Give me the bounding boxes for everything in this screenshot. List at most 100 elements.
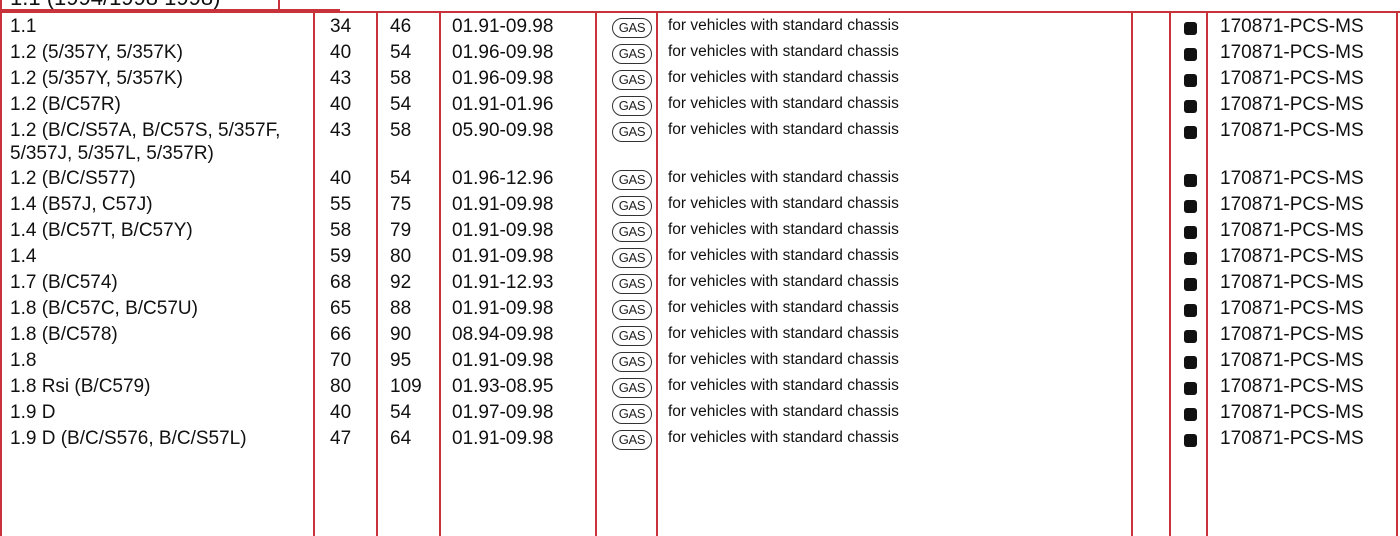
model-cell: 1.9 D (10, 402, 56, 423)
fuel-badge: GAS (612, 196, 652, 216)
table-row: 1.9 D 40 54 01.97-09.98 GAS for vehicles with… (0, 399, 1400, 427)
part-number-cell: 170871-PCS-MS (1220, 350, 1364, 371)
production-years-cell: 01.96-12.96 (452, 168, 554, 189)
availability-bullet-icon (1184, 200, 1197, 213)
kw-cell: 40 (330, 168, 352, 189)
kw-cell: 40 (330, 42, 352, 63)
fuel-badge: GAS (612, 170, 652, 190)
table-row: 1.4 59 80 01.91-09.98 GAS for vehicles with s… (0, 243, 1400, 271)
availability-bullet-icon (1184, 434, 1197, 447)
section-header-border (278, 0, 280, 9)
part-number-cell: 170871-PCS-MS (1220, 246, 1364, 267)
model-cell: 1.7 (B/C574) (10, 272, 118, 293)
fuel-badge: GAS (612, 122, 652, 142)
hp-cell: 80 (390, 246, 412, 267)
kw-cell: 58 (330, 220, 352, 241)
kw-cell: 59 (330, 246, 352, 267)
kw-cell: 66 (330, 324, 352, 345)
fuel-badge: GAS (612, 44, 652, 64)
fitment-note-cell: for vehicles with standard chassis (668, 69, 899, 86)
availability-bullet-icon (1184, 100, 1197, 113)
production-years-cell: 01.91-09.98 (452, 350, 554, 371)
table-row: 1.4 (B57J, C57J) 55 75 01.91-09.98 GAS for ve… (0, 191, 1400, 219)
kw-cell: 40 (330, 402, 352, 423)
model-cell: 1.2 (B/C/S57A, B/C57S, 5/357F, 5/357J, 5… (10, 120, 281, 164)
production-years-cell: 01.91-09.98 (452, 246, 554, 267)
fitment-note-cell: for vehicles with standard chassis (668, 17, 899, 34)
fitment-note-cell: for vehicles with standard chassis (668, 403, 899, 420)
fitment-note-cell: for vehicles with standard chassis (668, 325, 899, 342)
table-row: 1.1 34 46 01.91-09.98 GAS for vehicles with s… (0, 13, 1400, 41)
part-number-cell: 170871-PCS-MS (1220, 194, 1364, 215)
hp-cell: 58 (390, 120, 412, 141)
fuel-badge: GAS (612, 222, 652, 242)
availability-bullet-icon (1184, 356, 1197, 369)
table-row: 1.8 Rsi (B/C579) 80 109 01.93-08.95 GAS for v… (0, 373, 1400, 401)
fitment-note-cell: for vehicles with standard chassis (668, 95, 899, 112)
hp-cell: 64 (390, 428, 412, 449)
table-row: 1.4 (B/C57T, B/C57Y) 58 79 01.91-09.98 GAS fo… (0, 217, 1400, 245)
availability-bullet-icon (1184, 304, 1197, 317)
part-number-cell: 170871-PCS-MS (1220, 68, 1364, 89)
hp-cell: 54 (390, 402, 412, 423)
model-cell: 1.2 (5/357Y, 5/357K) (10, 42, 183, 63)
fitment-note-cell: for vehicles with standard chassis (668, 299, 899, 316)
fuel-badge: GAS (612, 96, 652, 116)
section-header-fragment: 1.1 (1994/1998 1998) (0, 0, 340, 11)
section-header-text: 1.1 (1994/1998 1998) (10, 0, 220, 9)
table-row: 1.8 (B/C578) 66 90 08.94-09.98 GAS for vehicl… (0, 321, 1400, 349)
model-cell: 1.2 (B/C57R) (10, 94, 121, 115)
fuel-badge: GAS (612, 274, 652, 294)
part-number-cell: 170871-PCS-MS (1220, 402, 1364, 423)
fitment-table-page: 1.1 (1994/1998 1998) 1.1 34 46 01.91-09.98 G… (0, 0, 1400, 536)
table-row: 1.7 (B/C574) 68 92 01.91-12.93 GAS for vehicl… (0, 269, 1400, 297)
fitment-table: 1.1 34 46 01.91-09.98 GAS for vehicles with s… (0, 11, 1400, 536)
hp-cell: 54 (390, 168, 412, 189)
part-number-cell: 170871-PCS-MS (1220, 376, 1364, 397)
kw-cell: 65 (330, 298, 352, 319)
fitment-note-cell: for vehicles with standard chassis (668, 43, 899, 60)
part-number-cell: 170871-PCS-MS (1220, 168, 1364, 189)
production-years-cell: 01.93-08.95 (452, 376, 554, 397)
hp-cell: 58 (390, 68, 412, 89)
part-number-cell: 170871-PCS-MS (1220, 324, 1364, 345)
kw-cell: 70 (330, 350, 352, 371)
model-cell: 1.8 Rsi (B/C579) (10, 376, 151, 397)
availability-bullet-icon (1184, 48, 1197, 61)
production-years-cell: 05.90-09.98 (452, 120, 554, 141)
part-number-cell: 170871-PCS-MS (1220, 298, 1364, 319)
availability-bullet-icon (1184, 174, 1197, 187)
production-years-cell: 01.91-01.96 (452, 94, 554, 115)
fitment-note-cell: for vehicles with standard chassis (668, 429, 899, 446)
fuel-badge: GAS (612, 18, 652, 38)
availability-bullet-icon (1184, 74, 1197, 87)
availability-bullet-icon (1184, 408, 1197, 421)
availability-bullet-icon (1184, 382, 1197, 395)
fuel-badge: GAS (612, 248, 652, 268)
fuel-badge: GAS (612, 430, 652, 450)
fuel-badge: GAS (612, 352, 652, 372)
production-years-cell: 08.94-09.98 (452, 324, 554, 345)
hp-cell: 92 (390, 272, 412, 293)
hp-cell: 46 (390, 16, 412, 37)
fitment-note-cell: for vehicles with standard chassis (668, 351, 899, 368)
fuel-badge: GAS (612, 404, 652, 424)
fitment-note-cell: for vehicles with standard chassis (668, 273, 899, 290)
part-number-cell: 170871-PCS-MS (1220, 42, 1364, 63)
kw-cell: 43 (330, 120, 352, 141)
availability-bullet-icon (1184, 252, 1197, 265)
production-years-cell: 01.91-09.98 (452, 16, 554, 37)
part-number-cell: 170871-PCS-MS (1220, 120, 1364, 141)
fuel-badge: GAS (612, 378, 652, 398)
table-row: 1.9 D (B/C/S576, B/C/S57L) 47 64 01.91-09.9… (0, 425, 1400, 453)
table-row: 1.8 (B/C57C, B/C57U) 65 88 01.91-09.98 GAS fo… (0, 295, 1400, 323)
table-row: 1.2 (5/357Y, 5/357K) 40 54 01.96-09.98 GAS fo… (0, 39, 1400, 67)
hp-cell: 88 (390, 298, 412, 319)
fitment-note-cell: for vehicles with standard chassis (668, 247, 899, 264)
table-row: 1.2 (B/C57R) 40 54 01.91-01.96 GAS for vehicl… (0, 91, 1400, 119)
availability-bullet-icon (1184, 278, 1197, 291)
fitment-note-cell: for vehicles with standard chassis (668, 121, 899, 138)
production-years-cell: 01.91-09.98 (452, 428, 554, 449)
fitment-note-cell: for vehicles with standard chassis (668, 377, 899, 394)
fitment-note-cell: for vehicles with standard chassis (668, 195, 899, 212)
